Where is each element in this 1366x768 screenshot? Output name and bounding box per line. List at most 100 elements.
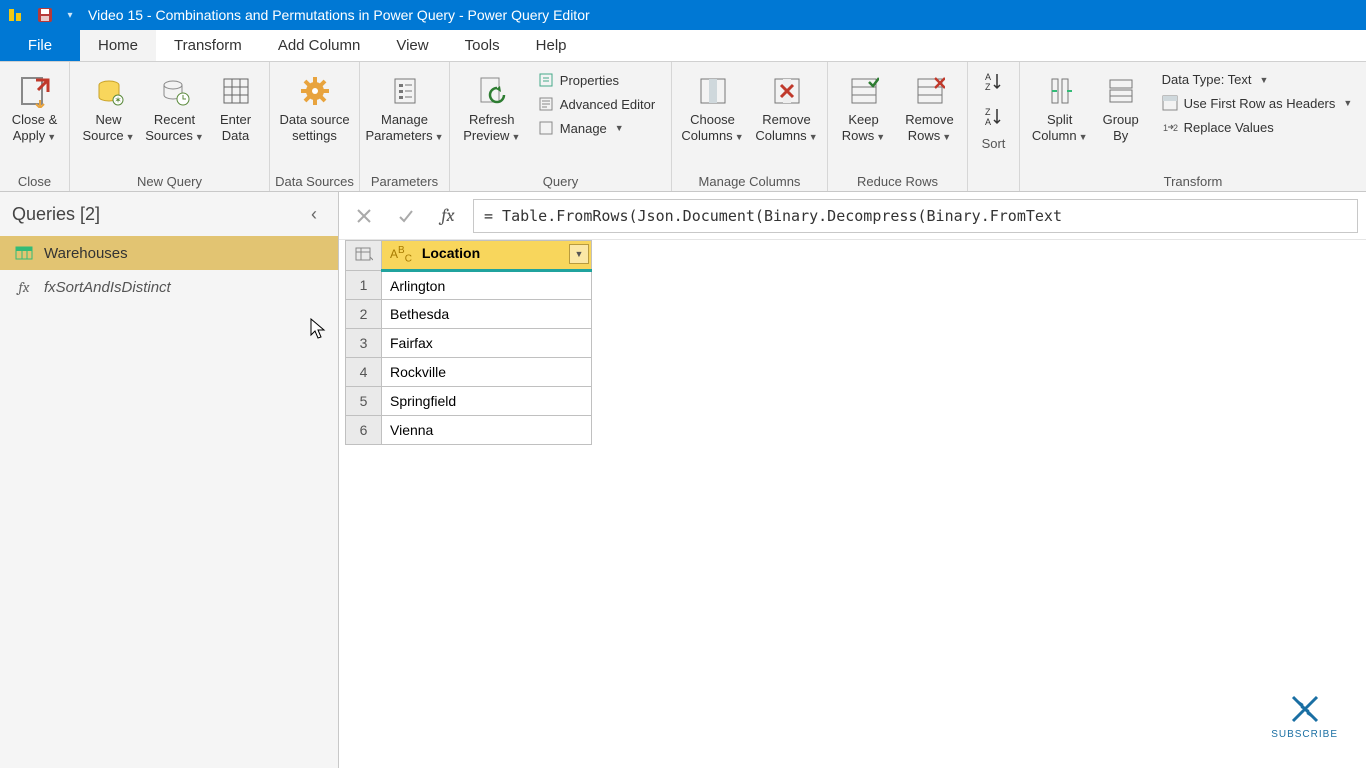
svg-text:2: 2: [1173, 123, 1178, 133]
query-item-label: fxSortAndIsDistinct: [44, 279, 171, 296]
svg-text:1: 1: [1163, 123, 1168, 133]
svg-text:✶: ✶: [114, 95, 122, 105]
cell-location[interactable]: Fairfax: [382, 329, 592, 358]
qat-customize[interactable]: ▾: [60, 10, 80, 21]
manage-parameters-button[interactable]: Manage Parameters▼: [363, 68, 445, 147]
refresh-icon: [476, 70, 508, 112]
query-item-label: Warehouses: [44, 245, 128, 262]
remove-columns-icon: [772, 70, 802, 112]
data-source-settings-button[interactable]: Data source settings: [274, 68, 355, 147]
group-by-button[interactable]: Group By: [1094, 68, 1148, 147]
tab-view[interactable]: View: [378, 30, 446, 61]
tab-transform[interactable]: Transform: [156, 30, 260, 61]
table-corner-menu[interactable]: [346, 241, 382, 271]
row-number[interactable]: 6: [346, 416, 382, 445]
row-number[interactable]: 3: [346, 329, 382, 358]
headers-icon: [1162, 95, 1178, 111]
tab-file[interactable]: File: [0, 30, 80, 61]
tab-help[interactable]: Help: [518, 30, 585, 61]
check-icon: [398, 208, 414, 224]
cell-location[interactable]: Rockville: [382, 358, 592, 387]
close-icon: [356, 208, 372, 224]
split-column-button[interactable]: Split Column▼: [1028, 68, 1092, 147]
remove-columns-button[interactable]: Remove Columns▼: [751, 68, 823, 147]
svg-text:A: A: [985, 72, 991, 82]
sort-desc-icon: ZA: [983, 105, 1005, 127]
recent-sources-button[interactable]: Recent Sources▼: [143, 68, 207, 147]
table-row[interactable]: 1Arlington: [346, 271, 592, 300]
cell-location[interactable]: Vienna: [382, 416, 592, 445]
group-by-icon: [1106, 70, 1136, 112]
apply-formula-button[interactable]: [389, 199, 423, 233]
refresh-preview-button[interactable]: Refresh Preview▼: [460, 68, 524, 147]
cancel-formula-button[interactable]: [347, 199, 381, 233]
table-row[interactable]: 6Vienna: [346, 416, 592, 445]
table-row[interactable]: 4Rockville: [346, 358, 592, 387]
recent-sources-icon: [159, 70, 191, 112]
enter-data-icon: [221, 70, 251, 112]
group-sort: Sort: [972, 132, 1015, 153]
fx-label: fx: [431, 199, 465, 233]
properties-button[interactable]: Properties: [532, 70, 661, 90]
keep-rows-icon: [849, 70, 879, 112]
tab-home[interactable]: Home: [80, 30, 156, 61]
ribbon-tabs: File Home Transform Add Column View Tool…: [0, 30, 1366, 62]
column-header-location[interactable]: ABC Location ▼: [382, 241, 592, 271]
window-title: Video 15 - Combinations and Permutations…: [80, 7, 590, 23]
dna-icon: [1285, 691, 1325, 727]
function-icon: fx: [14, 278, 34, 296]
save-button[interactable]: [30, 7, 60, 23]
advanced-editor-button[interactable]: Advanced Editor: [532, 94, 661, 114]
group-managecols: Manage Columns: [676, 170, 823, 191]
editor-icon: [538, 96, 554, 112]
row-number[interactable]: 1: [346, 271, 382, 300]
group-parameters: Parameters: [364, 170, 445, 191]
collapse-queries-button[interactable]: ‹: [302, 204, 326, 225]
remove-rows-icon: [915, 70, 945, 112]
query-item-warehouses[interactable]: Warehouses: [0, 236, 338, 270]
close-apply-icon: [18, 70, 52, 112]
row-number[interactable]: 4: [346, 358, 382, 387]
app-icon: [0, 7, 30, 23]
group-datasources: Data Sources: [274, 170, 355, 191]
formula-input[interactable]: = Table.FromRows(Json.Document(Binary.De…: [473, 199, 1358, 233]
first-row-headers-button[interactable]: Use First Row as Headers▼: [1156, 93, 1359, 113]
sort-asc-icon: AZ: [983, 70, 1005, 92]
cell-location[interactable]: Springfield: [382, 387, 592, 416]
ribbon: Close & Apply▼ Close ✶ New Source▼ Recen…: [0, 62, 1366, 192]
keep-rows-button[interactable]: Keep Rows▼: [833, 68, 895, 147]
replace-values-button[interactable]: 12Replace Values: [1156, 117, 1359, 137]
group-reducerows: Reduce Rows: [832, 170, 963, 191]
row-number[interactable]: 5: [346, 387, 382, 416]
sort-asc-button[interactable]: AZ: [983, 70, 1005, 97]
close-apply-button[interactable]: Close & Apply▼: [4, 68, 65, 147]
queries-header-label: Queries [2]: [12, 204, 100, 225]
gear-icon: [299, 70, 331, 112]
choose-columns-button[interactable]: Choose Columns▼: [677, 68, 749, 147]
table-row[interactable]: 2Bethesda: [346, 300, 592, 329]
query-item-fxsortandisdistinct[interactable]: fx fxSortAndIsDistinct: [0, 270, 338, 304]
manage-query-button[interactable]: Manage▼: [532, 118, 661, 138]
table-row[interactable]: 3Fairfax: [346, 329, 592, 358]
svg-text:Z: Z: [985, 107, 991, 117]
row-number[interactable]: 2: [346, 300, 382, 329]
svg-text:A: A: [985, 117, 991, 127]
subscribe-watermark: SUBSCRIBE: [1271, 691, 1338, 740]
tab-tools[interactable]: Tools: [447, 30, 518, 61]
cell-location[interactable]: Bethesda: [382, 300, 592, 329]
tab-addcolumn[interactable]: Add Column: [260, 30, 379, 61]
data-grid[interactable]: ABC Location ▼ 1Arlington2Bethesda3Fairf…: [339, 240, 1366, 768]
parameters-icon: [390, 70, 420, 112]
column-filter-button[interactable]: ▼: [569, 244, 589, 264]
data-type-button[interactable]: Data Type: Text▼: [1156, 70, 1359, 89]
sort-desc-button[interactable]: ZA: [983, 105, 1005, 132]
cell-location[interactable]: Arlington: [382, 271, 592, 300]
queries-pane: Queries [2] ‹ Warehouses fx fxSortAndIsDis…: [0, 192, 339, 768]
table-row[interactable]: 5Springfield: [346, 387, 592, 416]
manage-icon: [538, 120, 554, 136]
remove-rows-button[interactable]: Remove Rows▼: [897, 68, 963, 147]
enter-data-button[interactable]: Enter Data: [209, 68, 263, 147]
group-close: Close: [4, 170, 65, 191]
text-type-icon: ABC: [390, 247, 412, 261]
new-source-button[interactable]: ✶ New Source▼: [77, 68, 141, 147]
